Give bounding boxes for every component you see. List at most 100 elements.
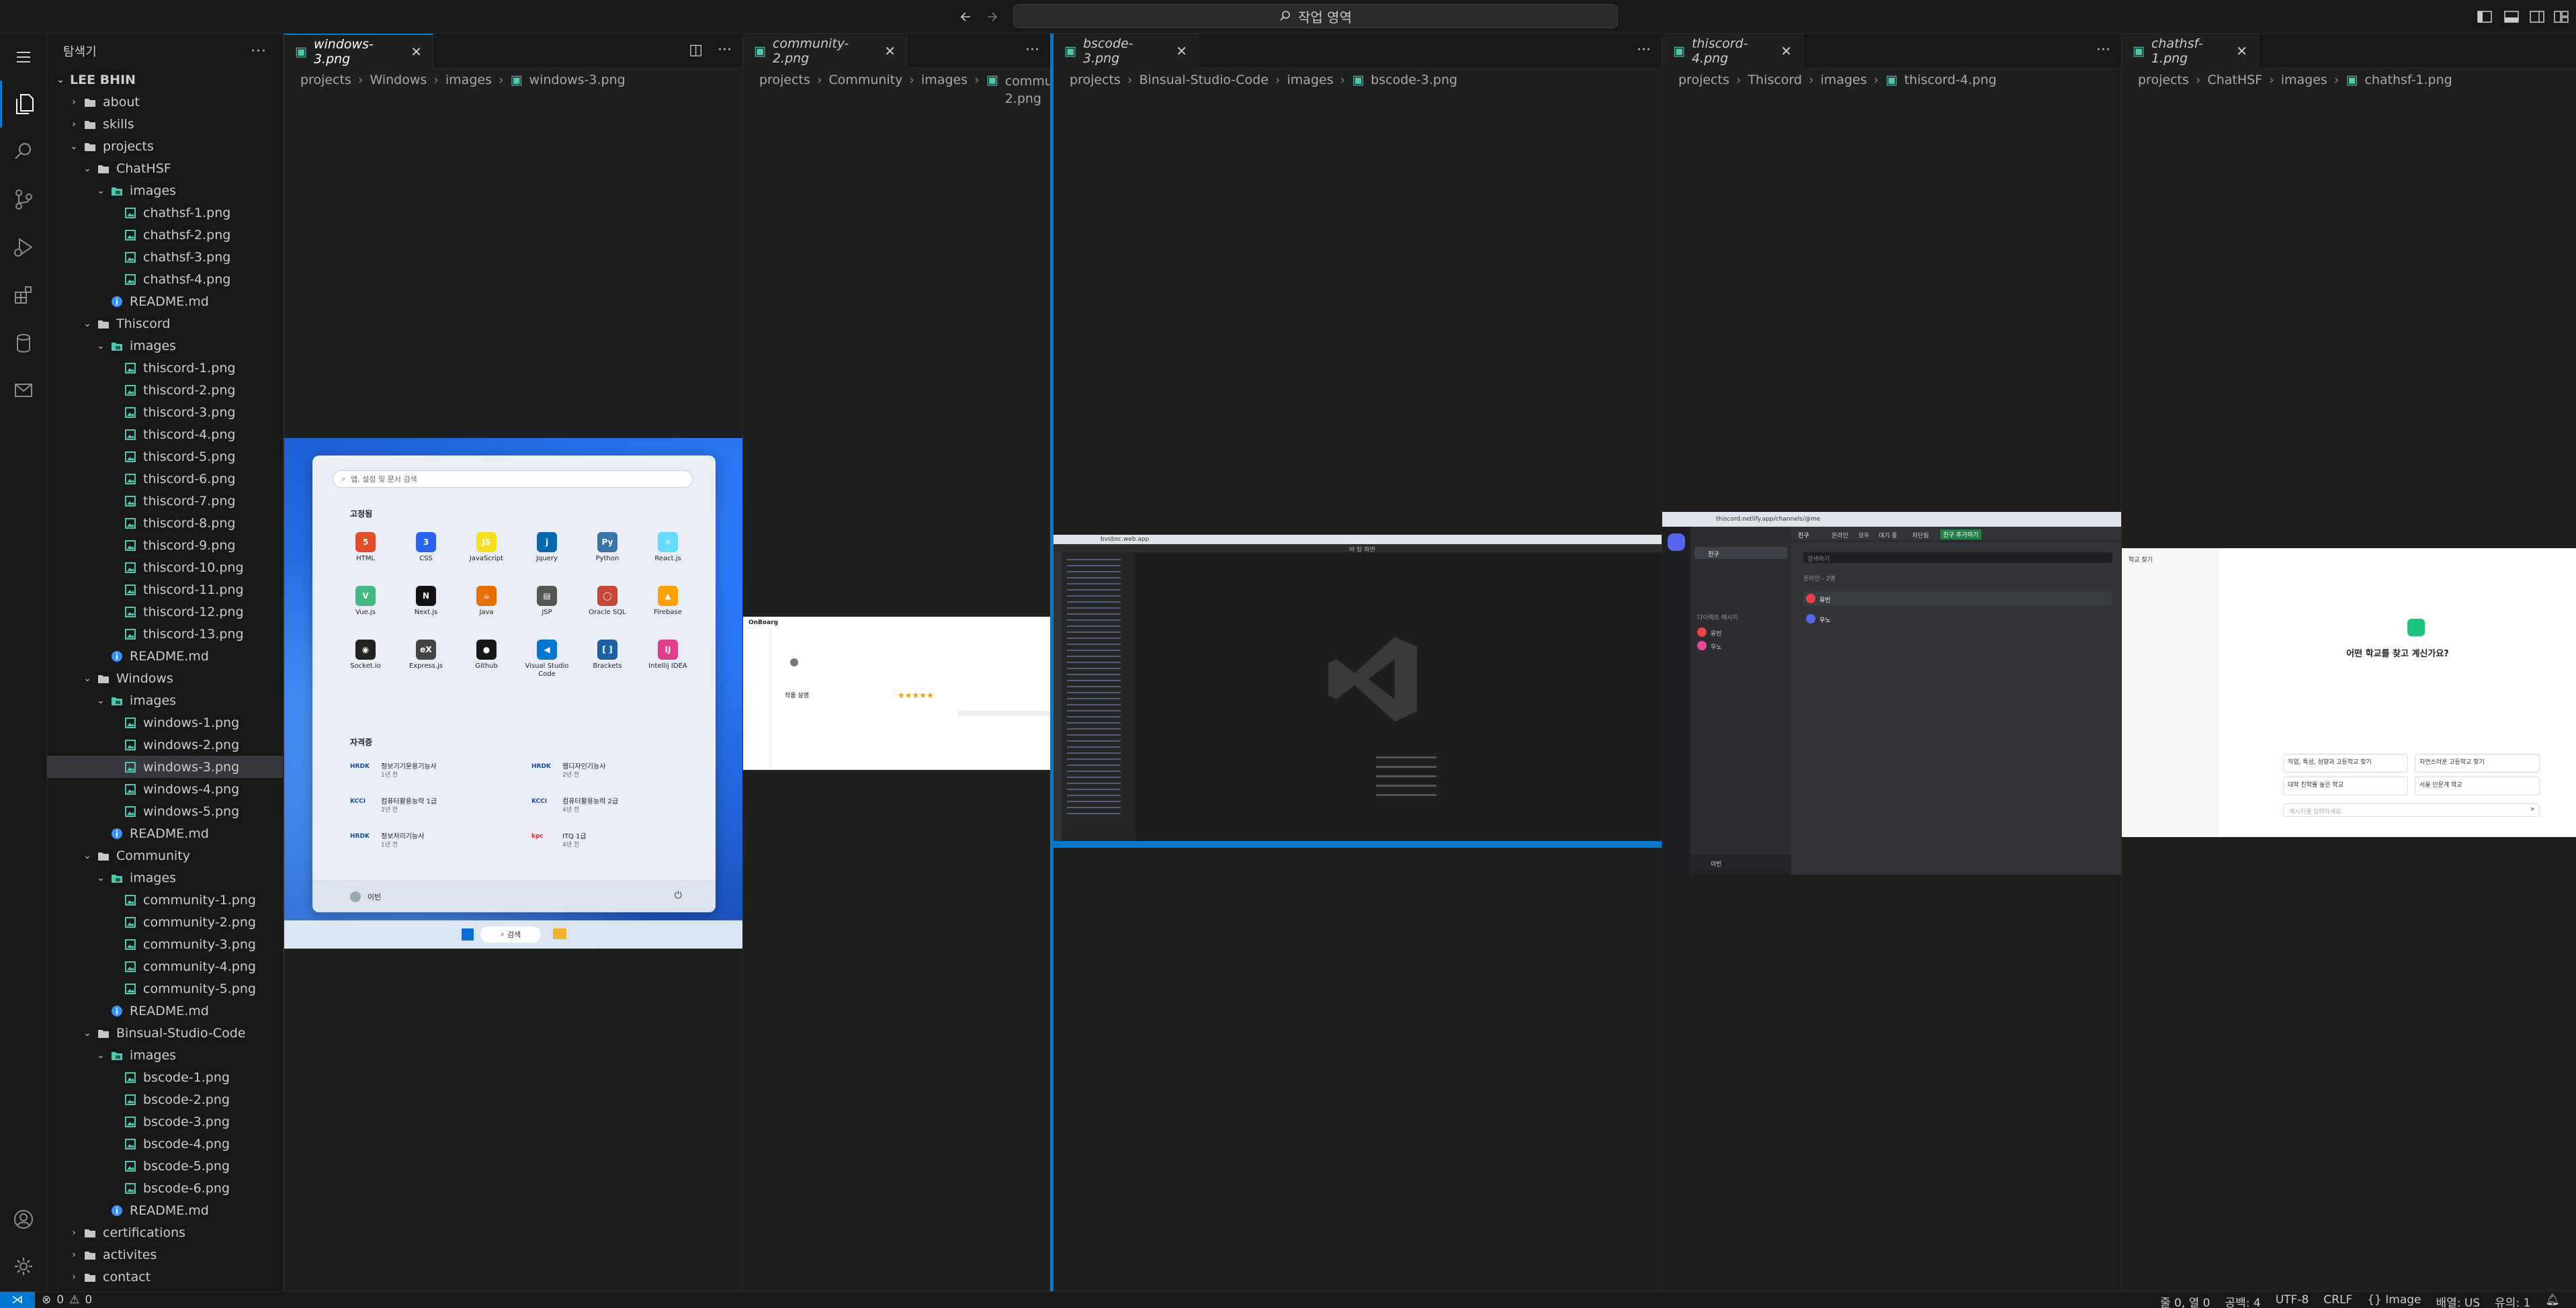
suggestion-card[interactable]: 대학 진학률 높은 학교 [2283,777,2408,795]
dm-friend-1[interactable]: 유빈 [1711,629,1722,638]
tree-folder[interactable]: ⌄ images [47,1044,283,1066]
tree-folder[interactable]: ⌄ images [47,689,283,711]
breadcrumb-item[interactable]: Binsual-Studio-Code [1139,73,1268,87]
pinned-app[interactable]: Py Python [577,529,638,578]
pinned-app[interactable]: ◯ Oracle SQL [577,583,638,631]
tree-file[interactable]: bscode-5.png [47,1155,283,1177]
tree-file[interactable]: README.md [47,1000,283,1022]
tree-file[interactable]: thiscord-8.png [47,512,283,534]
pinned-app[interactable]: eX Express.js [396,637,456,685]
toggle-panel-icon[interactable] [2499,5,2524,28]
tab-all[interactable]: 모두 [1858,531,1870,539]
split-editor-icon[interactable]: ◫ [689,42,703,58]
bell-icon[interactable]: 🔔︎ [2545,1293,2560,1308]
tree-folder[interactable]: ⌄ images [47,179,283,202]
toggle-primary-sidebar-icon[interactable] [2473,5,2497,28]
remote-indicator-icon[interactable]: ⋊ [0,1292,35,1308]
discord-home-icon[interactable] [1668,533,1685,551]
tab-online[interactable]: 온라인 [1832,531,1848,539]
breadcrumb-item[interactable]: projects [300,73,351,87]
breadcrumb-item[interactable]: chathsf-1.png [2364,73,2452,87]
tree-folder[interactable]: ⌄ Community [47,844,283,867]
database-icon[interactable] [0,320,47,367]
search-icon[interactable] [0,128,47,175]
cert-item[interactable]: kpc ITQ 1급 4년 전 [531,829,699,859]
start-user-name[interactable]: 이빈 [368,891,381,902]
close-icon[interactable]: ✕ [411,44,422,60]
extensions-icon[interactable] [0,271,47,318]
cert-item[interactable]: KCCI 컴퓨터활용능력 2급 4년 전 [531,794,699,824]
close-icon[interactable]: ✕ [1780,43,1792,59]
windows-logo-icon[interactable] [462,928,474,941]
tree-file[interactable]: thiscord-6.png [47,468,283,490]
tree-file[interactable]: thiscord-12.png [47,601,283,623]
more-actions-icon[interactable]: ··· [251,43,267,60]
tree-file[interactable]: bscode-6.png [47,1177,283,1199]
breadcrumb-item[interactable]: images [445,73,492,87]
tree-file[interactable]: thiscord-13.png [47,623,283,645]
tree-file[interactable]: chathsf-3.png [47,246,283,268]
add-friend-button[interactable]: 친구 추가하기 [1940,529,1981,539]
tree-file[interactable]: thiscord-5.png [47,445,283,468]
pinned-app[interactable]: IJ Intellij IDEA [638,637,698,685]
tree-file[interactable]: windows-1.png [47,711,283,734]
pinned-app[interactable]: JS JavaScript [456,529,517,578]
tree-file[interactable]: community-4.png [47,955,283,977]
tree-file[interactable]: thiscord-10.png [47,556,283,578]
indentation[interactable]: 공백: 4 [2225,1293,2260,1308]
tree-file[interactable]: windows-2.png [47,734,283,756]
tree-file[interactable]: thiscord-9.png [47,534,283,556]
pinned-app[interactable]: ☕ Java [456,583,517,631]
breadcrumb-item[interactable]: communi 2.png [1005,73,1050,107]
tree-file[interactable]: thiscord-1.png [47,357,283,379]
tree-file[interactable]: thiscord-11.png [47,578,283,601]
tree-file[interactable]: chathsf-1.png [47,202,283,224]
friend-row[interactable]: 우노 [1803,611,2112,626]
breadcrumb-item[interactable]: Thiscord [1748,73,1801,87]
pinned-app[interactable]: [ ] Brackets [577,637,638,685]
pinned-app[interactable]: ⚛ React.js [638,529,698,578]
tree-file[interactable]: community-1.png [47,889,283,911]
breadcrumb-item[interactable]: ChatHSF [2207,73,2262,87]
friends-nav[interactable]: 친구 [1708,550,1719,558]
close-icon[interactable]: ✕ [1176,43,1187,59]
breadcrumb-item[interactable]: windows-3.png [529,73,626,87]
tab-thiscord-4[interactable]: ▣ thiscord-4.png ✕ [1662,34,1803,69]
tree-file[interactable]: README.md [47,290,283,312]
tree-folder[interactable]: ⌄ Windows [47,667,283,689]
tree-folder[interactable]: › activites [47,1244,283,1266]
breadcrumb-item[interactable]: images [1821,73,1867,87]
cursor-position[interactable]: 줄 0, 열 0 [2160,1293,2210,1308]
friend-search-input[interactable]: 검색하기 [1803,552,2112,563]
tree-file[interactable]: thiscord-2.png [47,379,283,401]
breadcrumb-item[interactable]: images [1287,73,1334,87]
tab-bscode-3[interactable]: ▣ bscode-3.png ✕ [1054,34,1199,69]
tree-file[interactable]: chathsf-4.png [47,268,283,290]
tree-folder[interactable]: ⌄ images [47,867,283,889]
tree-file[interactable]: community-5.png [47,977,283,1000]
pinned-app[interactable]: N Next.js [396,583,456,631]
breadcrumb-item[interactable]: images [921,73,968,87]
tree-file[interactable]: windows-4.png [47,778,283,800]
start-search-input[interactable]: ⌕ 앱, 설정 및 문서 검색 [333,470,693,488]
breadcrumb-item[interactable]: projects [759,73,810,87]
tree-file[interactable]: windows-3.png [47,756,283,778]
tree-folder[interactable]: › contact [47,1266,283,1288]
tree-folder[interactable]: ⌄ projects [47,135,283,157]
breadcrumb-item[interactable]: projects [2138,73,2189,87]
friend-row[interactable]: 유빈 [1803,591,2112,606]
tree-folder[interactable]: ⌄ Binsual-Studio-Code [47,1022,283,1044]
breadcrumb-item[interactable]: bscode-3.png [1371,73,1457,87]
pinned-app[interactable]: ◀ Visual Studio Code [517,637,577,685]
tree-file[interactable]: bscode-1.png [47,1066,283,1088]
tree-file[interactable]: thiscord-4.png [47,423,283,445]
pinned-app[interactable]: ▤ JSP [517,583,577,631]
pinned-app[interactable]: V Vue.js [335,583,396,631]
toggle-secondary-sidebar-icon[interactable] [2525,5,2549,28]
tree-file[interactable]: bscode-3.png [47,1110,283,1133]
command-center-search[interactable]: 작업 영역 [1013,4,1618,28]
forward-arrow-icon[interactable] [980,5,1004,28]
pinned-app[interactable]: ◉ Socket.io [335,637,396,685]
breadcrumb-item[interactable]: images [2281,73,2327,87]
pinned-app[interactable]: 3 CSS [396,529,456,578]
